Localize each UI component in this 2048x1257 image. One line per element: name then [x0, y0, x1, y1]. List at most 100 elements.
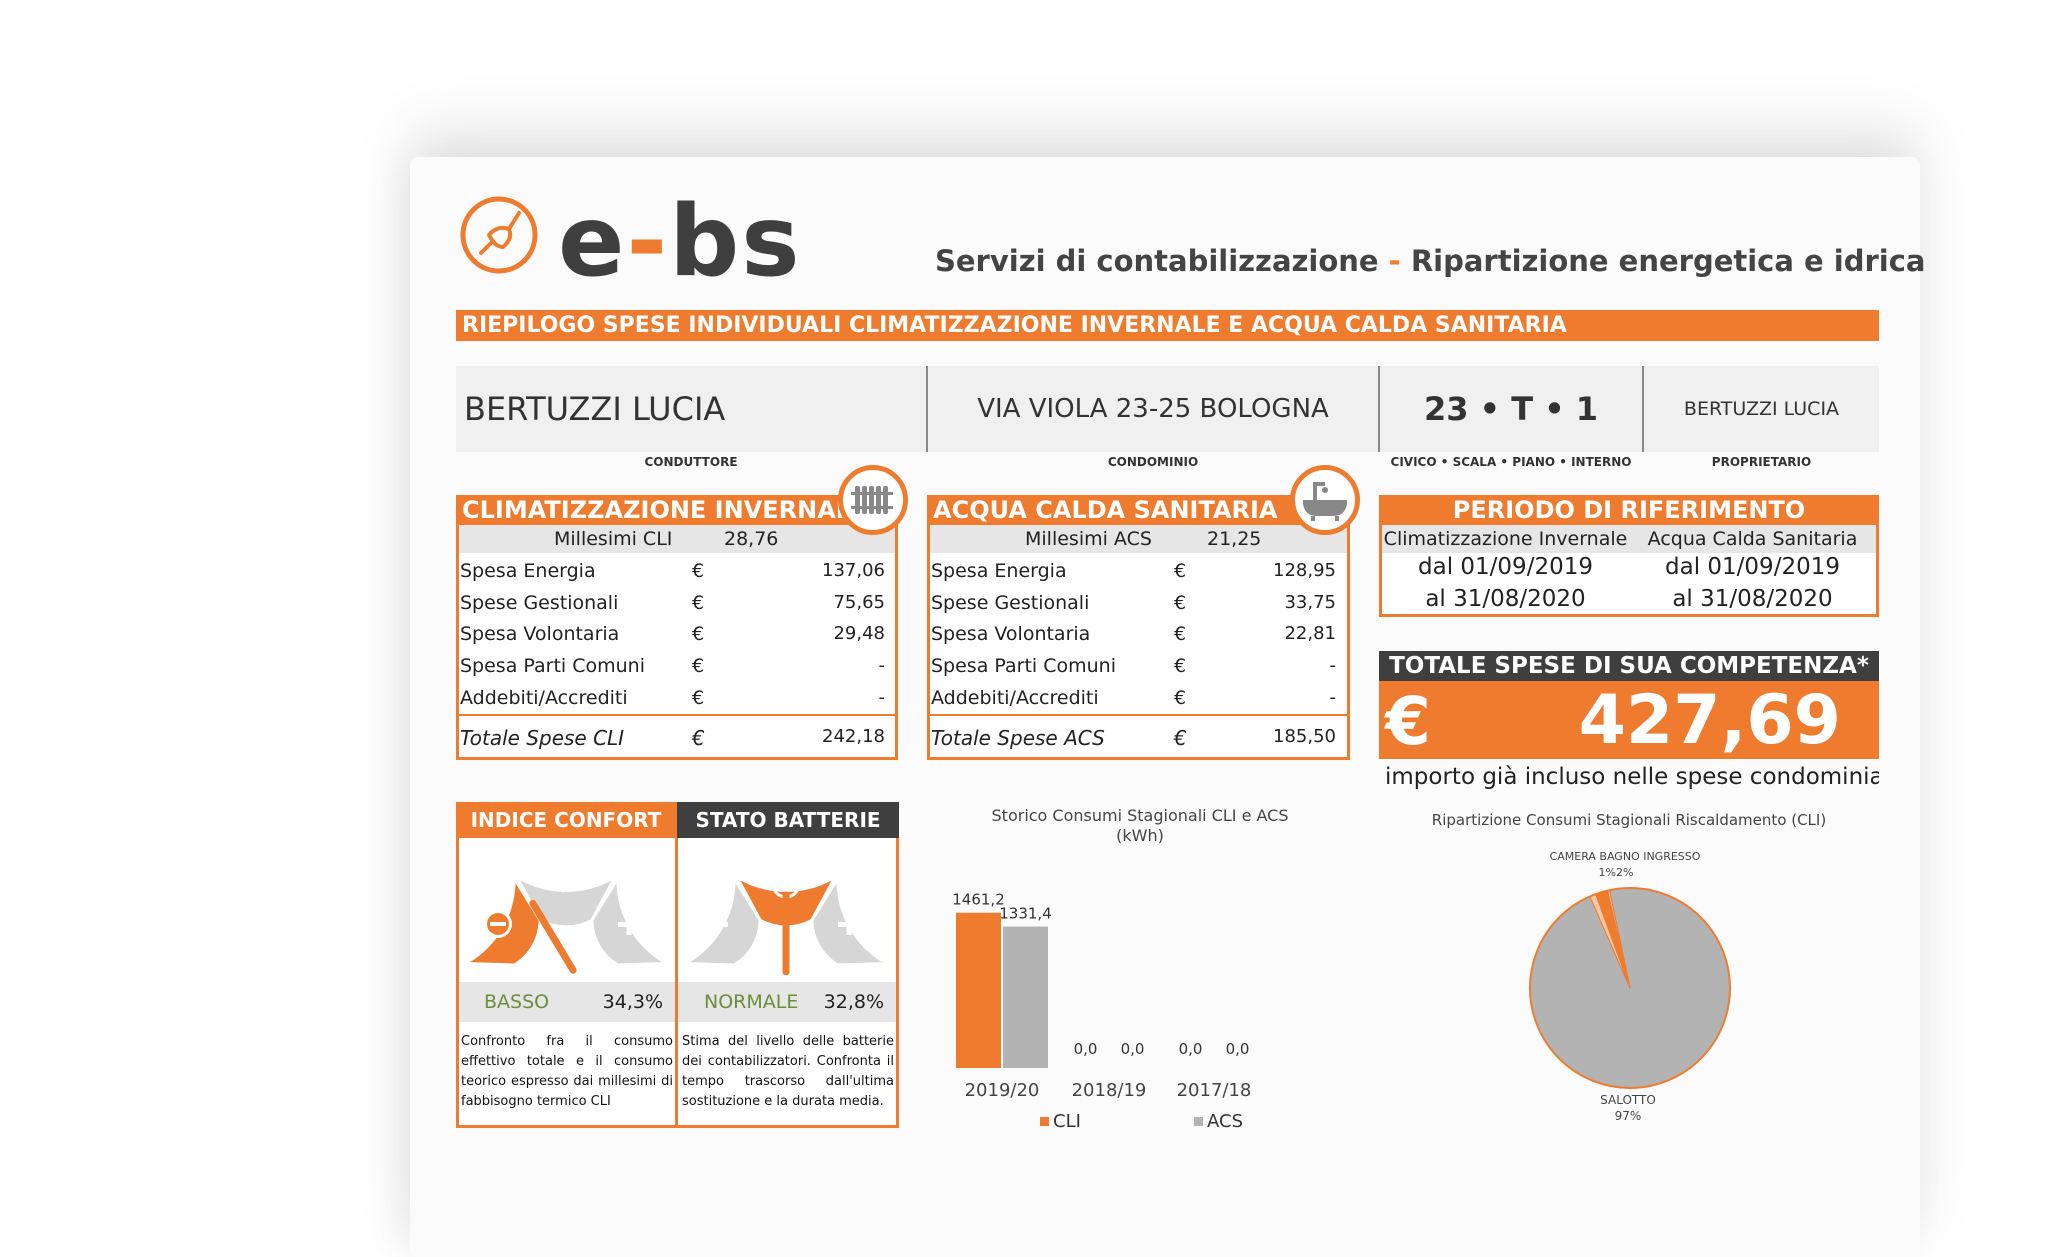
acs-millesimi-row: Millesimi ACS 21,25: [930, 525, 1347, 553]
currency: €: [1174, 655, 1187, 677]
cli-millesimi-label: Millesimi CLI: [554, 528, 673, 550]
bar-chart-title-text: Storico Consumi Stagionali CLI e ACS: [991, 806, 1289, 825]
data-label: 0,0: [1179, 1040, 1203, 1058]
cli-total-value: 242,18: [822, 726, 885, 747]
acs-expense-row: Spesa Energia €128,95: [931, 560, 1336, 586]
tick-label: 2018/19: [1072, 1080, 1147, 1101]
proprietario-value: BERTUZZI LUCIA: [1683, 398, 1840, 420]
currency: €: [1174, 592, 1187, 614]
bar: [1003, 926, 1048, 1068]
expense-label: Spesa Parti Comuni: [931, 655, 1116, 677]
cli-total-label: Totale Spese CLI: [460, 726, 625, 750]
totale-value: 427,69: [1578, 681, 1841, 760]
data-label: 0,0: [1121, 1040, 1145, 1058]
condominio-box: VIA VIOLA 23-25 BOLOGNA: [928, 366, 1378, 452]
periodo-col1-to: al 31/08/2020: [1425, 586, 1586, 612]
totale-note: importo già incluso nelle spese condomin…: [1385, 764, 1879, 790]
confort-status-band: BASSO 34,3%: [459, 982, 675, 1022]
expense-value: -: [1329, 687, 1337, 708]
slice-label: SALOTTO: [1600, 1093, 1656, 1107]
totale-box: € 427,69: [1379, 681, 1879, 760]
minus-icon: [706, 922, 728, 927]
legend-swatch: [1194, 1117, 1203, 1126]
slice-label: CAMERA BAGNO INGRESSO: [1550, 850, 1701, 863]
expense-label: Spesa Volontaria: [931, 623, 1091, 645]
acs-expense-row: Spesa Volontaria €22,81: [931, 623, 1336, 649]
currency: €: [1174, 560, 1187, 582]
pie-chart-title: Ripartizione Consumi Stagionali Riscalda…: [1431, 811, 1827, 829]
acs-title: ACQUA CALDA SANITARIA: [927, 495, 1350, 525]
batterie-title: STATO BATTERIE: [677, 802, 899, 838]
currency: €: [692, 560, 705, 582]
gauges-divider: [675, 802, 678, 1128]
cli-expense-row: Spesa Volontaria €29,48: [460, 623, 885, 649]
summary-banner: RIEPILOGO SPESE INDIVIDUALI CLIMATIZZAZI…: [456, 310, 1879, 341]
proprietario-label: PROPRIETARIO: [1711, 455, 1812, 469]
currency: €: [692, 726, 705, 750]
totale-currency: €: [1385, 683, 1431, 760]
periodo-col2-from: dal 01/09/2019: [1665, 554, 1840, 580]
expense-value: 75,65: [833, 592, 885, 613]
cli-expense-row: Spesa Parti Comuni € -: [460, 655, 885, 681]
acs-expense-row: Spesa Parti Comuni € -: [931, 655, 1336, 681]
cli-total-row: Totale Spese CLI € 242,18: [460, 726, 885, 752]
periodo-col1-head: Climatizzazione Invernale: [1383, 528, 1628, 550]
batterie-gauge: [690, 869, 882, 975]
slice-percent: 97%: [1615, 1109, 1642, 1123]
legend-swatch: [1040, 1117, 1049, 1126]
acs-total-row: Totale Spese ACS € 185,50: [931, 726, 1336, 752]
currency: €: [692, 623, 705, 645]
periodo-col1-from: dal 01/09/2019: [1418, 554, 1593, 580]
cli-expense-row: Spesa Energia €137,06: [460, 560, 885, 586]
currency: €: [692, 687, 705, 709]
cli-title: CLIMATIZZAZIONE INVERNALE: [456, 495, 898, 525]
logo-wordmark: e-bs: [558, 185, 802, 299]
currency: €: [1174, 623, 1187, 645]
acs-millesimi-label: Millesimi ACS: [1025, 528, 1152, 550]
confort-percent: 34,3%: [602, 991, 663, 1013]
acs-expense-row: Addebiti/Accrediti € -: [931, 687, 1336, 713]
expense-value: 137,06: [822, 560, 885, 581]
confort-status: BASSO: [484, 991, 550, 1013]
acs-total-value: 185,50: [1273, 726, 1336, 747]
conduttore-box: BERTUZZI LUCIA: [456, 366, 926, 452]
batterie-status: NORMALE: [704, 991, 799, 1013]
acs-total-label: Totale Spese ACS: [931, 726, 1105, 750]
data-label: 0,0: [1226, 1040, 1250, 1058]
data-label: 0,0: [1074, 1040, 1098, 1058]
bar-chart-title: Storico Consumi Stagionali CLI e ACS (kW…: [960, 806, 1320, 846]
confort-description: Confronto fra il consumo effettivo total…: [461, 1034, 673, 1109]
expense-label: Spesa Volontaria: [460, 623, 620, 645]
expense-value: 128,95: [1273, 560, 1336, 581]
batterie-description: Stima del livello delle batterie dei con…: [682, 1034, 894, 1109]
logo-icon: [460, 196, 538, 274]
acs-expense-row: Spese Gestionali €33,75: [931, 592, 1336, 618]
civico-label: CIVICO • SCALA • PIANO • INTERNO: [1390, 455, 1632, 469]
conduttore-label: CONDUTTORE: [644, 455, 738, 469]
batterie-percent: 32,8%: [823, 991, 884, 1013]
expense-value: 29,48: [833, 623, 885, 644]
bar-chart: 1461,21331,4 2019/20 0,0 0,0 2018/19 0,0 0,0 20…: [952, 891, 1251, 1132]
slice-percent: 1%2%: [1599, 866, 1634, 879]
currency: €: [1174, 687, 1187, 709]
periodo-col2-to: al 31/08/2020: [1672, 586, 1833, 612]
condominio-value: VIA VIOLA 23-25 BOLOGNA: [977, 394, 1329, 424]
expense-label: Spese Gestionali: [460, 592, 619, 614]
bar: [956, 912, 1001, 1068]
cli-millesimi-row: Millesimi CLI 28,76: [459, 525, 895, 553]
periodo-head-row: Climatizzazione Invernale Acqua Calda Sa…: [1382, 525, 1876, 553]
batterie-status-band: NORMALE 32,8%: [678, 982, 896, 1022]
cli-divider: [459, 714, 895, 716]
acs-divider: [930, 714, 1347, 716]
totale-title: TOTALE SPESE DI SUA COMPETENZA*: [1379, 651, 1879, 681]
data-label: 1461,2: [952, 891, 1005, 909]
conduttore-value: BERTUZZI LUCIA: [464, 390, 726, 428]
expense-label: Addebiti/Accrediti: [931, 687, 1099, 709]
tagline: Servizi di contabilizzazione - Ripartizi…: [935, 244, 1926, 278]
legend-label: ACS: [1207, 1111, 1243, 1132]
cli-expense-row: Addebiti/Accrediti € -: [460, 687, 885, 713]
cli-expense-row: Spese Gestionali €75,65: [460, 592, 885, 618]
expense-label: Spesa Energia: [931, 560, 1067, 582]
data-label: 1331,4: [999, 905, 1052, 923]
check-icon: [555, 876, 575, 893]
